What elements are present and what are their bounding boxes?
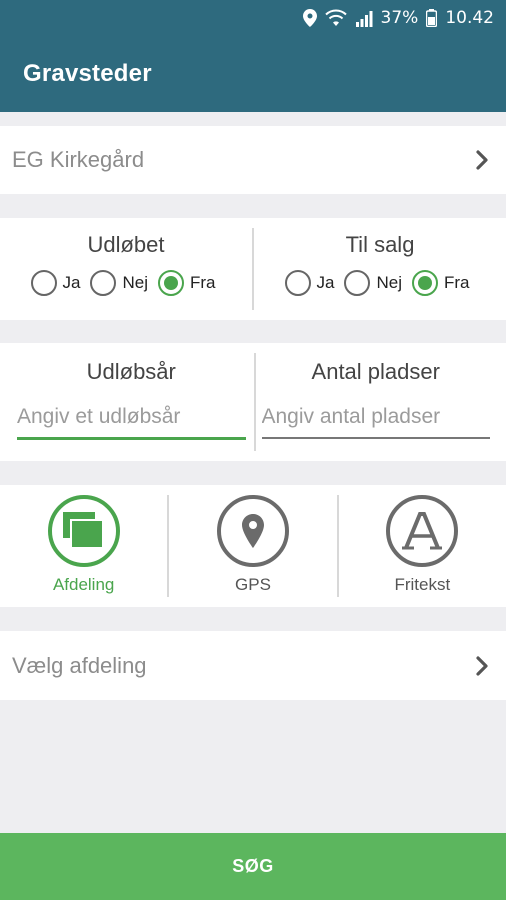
radio-circle[interactable] [284, 270, 311, 296]
section-selector-label: Vælg afdeling [12, 652, 147, 678]
inputs-card: Udløbsår Antal pladser [0, 343, 506, 461]
radio-label: Ja [316, 273, 335, 292]
expired-radio-nej[interactable]: Nej [90, 270, 148, 296]
signal-icon [355, 11, 373, 27]
for-sale-radio-ja[interactable]: Ja [284, 270, 335, 296]
mode-gps-circle[interactable] [216, 495, 289, 567]
page-title: Gravsteder [23, 60, 152, 87]
for-sale-radio-fra[interactable]: Fra [411, 270, 470, 296]
search-mode-card: Afdeling GPS Fritekst [0, 485, 506, 607]
search-button[interactable]: SØG [0, 833, 506, 900]
chevron-right-icon [476, 150, 488, 170]
expiry-year-group: Udløbsår [0, 343, 254, 461]
radio-label: Fra [443, 273, 470, 292]
radio-circle[interactable] [30, 270, 57, 296]
mode-label: GPS [235, 575, 271, 594]
location-icon [302, 9, 317, 27]
mode-label: Afdeling [52, 575, 115, 594]
radio-circle-selected[interactable] [411, 270, 438, 296]
clock: 10.42 [445, 8, 494, 28]
expired-radio-ja[interactable]: Ja [30, 270, 81, 296]
cemetery-label: EG Kirkegård [12, 147, 145, 172]
expiry-year-title: Udløbsår [86, 359, 176, 384]
section-selector[interactable]: Vælg afdeling [0, 631, 506, 700]
num-places-title: Antal pladser [311, 359, 440, 384]
for-sale-group: Til salg Ja Nej Fra [254, 218, 506, 320]
radio-circle[interactable] [344, 270, 371, 296]
app-bar: Gravsteder [0, 36, 506, 112]
battery-percent: 37% [380, 8, 419, 28]
radio-label: Fra [189, 273, 216, 292]
map-pin-icon [241, 514, 264, 548]
num-places-group: Antal pladser [256, 343, 506, 461]
section-icon [62, 512, 104, 549]
radio-circle-selected[interactable] [157, 270, 184, 296]
radio-label: Ja [62, 273, 81, 292]
filter-radios-card: Udløbet Ja Nej Fra Til salg Ja Nej Fra [0, 218, 506, 320]
expired-radio-fra[interactable]: Fra [157, 270, 216, 296]
expired-title: Udløbet [87, 232, 165, 257]
num-places-input[interactable] [261, 401, 490, 439]
radio-label: Nej [122, 273, 148, 292]
expiry-year-input[interactable] [17, 401, 246, 440]
mode-fritekst[interactable]: Fritekst [339, 485, 506, 607]
for-sale-title: Til salg [345, 232, 415, 257]
status-bar: 37% 10.42 [0, 0, 506, 36]
for-sale-radio-nej[interactable]: Nej [344, 270, 402, 296]
wifi-icon [324, 9, 347, 26]
mode-fritekst-circle[interactable] [386, 495, 459, 567]
mode-gps[interactable]: GPS [169, 485, 336, 607]
radio-circle[interactable] [90, 270, 117, 296]
expired-group: Udløbet Ja Nej Fra [0, 218, 252, 320]
mode-label: Fritekst [394, 575, 451, 594]
text-icon [402, 512, 443, 550]
cemetery-selector[interactable]: EG Kirkegård [0, 126, 506, 194]
battery-icon [426, 9, 438, 27]
chevron-right-icon [476, 655, 488, 676]
radio-label: Nej [376, 273, 402, 292]
mode-afdeling-circle[interactable] [47, 495, 120, 567]
mode-afdeling[interactable]: Afdeling [0, 485, 167, 607]
